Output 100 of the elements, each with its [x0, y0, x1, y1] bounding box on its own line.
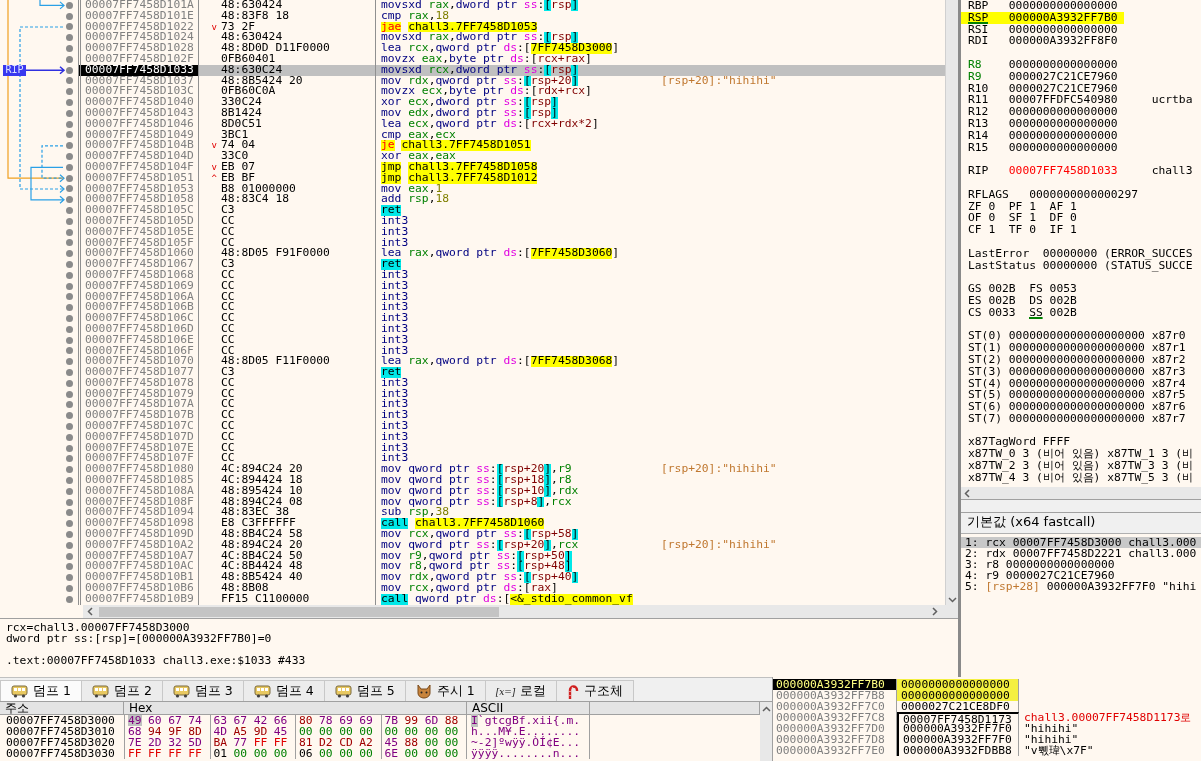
hex-byte[interactable]: 2D — [148, 737, 162, 748]
disassembly-row[interactable]: 00007FF7458D106C CC int3 — [78, 313, 945, 324]
hex-byte[interactable]: 74 — [188, 715, 202, 726]
breakpoint-dot-icon[interactable] — [66, 412, 73, 420]
breakpoint-dot-icon[interactable] — [66, 1, 73, 9]
hex-byte[interactable]: 80 — [299, 715, 313, 726]
hex-byte[interactable]: 66 — [273, 715, 288, 726]
scrollbar-thumb[interactable] — [99, 606, 499, 617]
disassembly-row[interactable]: 00007FF7458D1028 48:8D0D D11F0000 lea rcx,qword ptr ds:[7FF7458D3000] — [78, 43, 945, 54]
tab[interactable]: 덤프 5 — [323, 680, 406, 702]
disassembly-row[interactable]: 00007FF7458D107E CC int3 — [78, 442, 945, 454]
hex-byte[interactable]: 00 — [444, 748, 459, 759]
disassembly-row[interactable]: 00007FF7458D1098 E8 C3FFFFFF call chall3.7FF7458D1060 — [78, 518, 945, 530]
breakpoint-dot-icon[interactable] — [66, 174, 73, 182]
breakpoint-dot-icon[interactable] — [66, 574, 73, 582]
breakpoint-dot-icon[interactable] — [66, 487, 73, 495]
hex-byte[interactable]: 9D — [253, 726, 268, 737]
disassembly-row[interactable]: 00007FF7458D107D CC int3 — [78, 431, 945, 443]
disassembly-row[interactable]: 00007FF7458D105C C3 ret — [78, 205, 945, 216]
disassembly-row[interactable]: 00007FF7458D1051 ^ EB BF jmp chall3.7FF7458D1012 — [78, 172, 945, 184]
breakpoint-dot-icon[interactable] — [66, 336, 73, 344]
scroll-left-icon[interactable] — [964, 488, 970, 498]
breakpoint-dot-icon[interactable] — [66, 552, 73, 560]
disassembly-row[interactable]: 00007FF7458D104B v 74 04 je chall3.7FF7458D1051 — [78, 140, 945, 152]
disassembly-row[interactable]: 00007FF7458D105E CC int3 — [78, 226, 945, 238]
register-row[interactable]: R13 0000000000000000 — [961, 117, 1124, 130]
disassembly-row[interactable]: 00007FF7458D1037 48:8B5424 20 mov rdx,qword ptr ss:[rsp+20] [rsp+20]:"hihihi" — [78, 75, 945, 87]
register-row[interactable]: RBP 0000000000000000 — [961, 0, 1124, 12]
disassembly-row[interactable]: 00007FF7458D1040 330C24 xor ecx,dword ptr ss:[rsp] — [78, 97, 945, 108]
breakpoint-dot-icon[interactable] — [66, 23, 73, 31]
breakpoint-dot-icon[interactable] — [66, 358, 73, 366]
breakpoint-dot-icon[interactable] — [66, 228, 73, 236]
breakpoint-dot-icon[interactable] — [66, 142, 73, 150]
disassembly-row[interactable]: 00007FF7458D1053 B8 01000000 mov eax,1 — [78, 183, 945, 195]
breakpoint-dot-icon[interactable] — [66, 325, 73, 333]
hex-byte[interactable]: 00 — [424, 726, 439, 737]
tab[interactable]: 덤프 4 — [242, 680, 325, 702]
hex-byte[interactable]: 77 — [233, 737, 248, 748]
disassembly-row[interactable]: 00007FF7458D1069 CC int3 — [78, 280, 945, 292]
breakpoint-dot-icon[interactable] — [66, 584, 73, 592]
breakpoint-dot-icon[interactable] — [66, 422, 73, 430]
hex-byte[interactable]: CD — [339, 737, 353, 748]
hex-byte[interactable]: FF — [273, 737, 288, 748]
hex-byte[interactable]: 00 — [273, 748, 288, 759]
disassembly-row[interactable]: 00007FF7458D106E CC int3 — [78, 334, 945, 346]
disassembly-row[interactable]: 00007FF7458D107C CC int3 — [78, 421, 945, 432]
hex-byte[interactable]: 01 — [213, 748, 228, 759]
horizontal-scrollbar[interactable] — [83, 605, 958, 618]
breakpoint-dot-icon[interactable] — [66, 347, 73, 355]
register-row[interactable]: RDI 000000A3932FF8F0 — [961, 35, 1124, 48]
register-row[interactable]: R15 0000000000000000 — [961, 141, 1124, 154]
hex-byte[interactable]: 4D — [213, 726, 228, 737]
vertical-scrollbar[interactable] — [760, 702, 772, 761]
argument-row[interactable]: 4: r9 0000027C21CE7960 — [961, 570, 1201, 581]
hex-byte[interactable]: 00 — [404, 726, 419, 737]
disassembly-row[interactable]: 00007FF7458D1070 48:8D05 F11F0000 lea rax,qword ptr ds:[7FF7458D3068] — [78, 356, 945, 368]
breakpoint-dot-icon[interactable] — [66, 401, 73, 409]
breakpoint-dot-icon[interactable] — [66, 261, 73, 268]
tab[interactable]: [x=] 로컬 — [484, 680, 558, 702]
disassembly-row[interactable]: 00007FF7458D106B CC int3 — [78, 302, 945, 314]
hex-byte[interactable]: 9F — [168, 726, 182, 737]
breakpoint-dot-icon[interactable] — [66, 109, 73, 117]
breakpoint-dot-icon[interactable] — [66, 207, 73, 215]
argument-row[interactable]: 2: rdx 00007FF7458D2221 chall3.000 — [961, 548, 1201, 559]
breakpoint-dot-icon[interactable] — [66, 131, 73, 139]
disassembly-row[interactable]: 00007FF7458D1077 C3 ret — [78, 367, 945, 378]
argument-row[interactable]: 1: rcx 00007FF7458D3000 chall3.000 — [961, 537, 1201, 548]
breakpoint-dot-icon[interactable] — [66, 433, 73, 441]
register-row[interactable]: RFLAGS 0000000000000297 — [961, 188, 1145, 201]
breakpoint-dot-icon[interactable] — [66, 498, 73, 506]
hex-byte[interactable]: 8D — [188, 726, 202, 737]
hex-byte[interactable]: 00 — [339, 748, 353, 759]
disassembly-row[interactable]: 00007FF7458D106A CC int3 — [78, 291, 945, 303]
hex-byte[interactable]: 00 — [319, 726, 333, 737]
breakpoint-dot-icon[interactable] — [66, 293, 73, 301]
disassembly-row[interactable]: 00007FF7458D108F 48:894C24 08 mov qword ptr ss:[rsp+8],rcx — [78, 496, 945, 508]
breakpoint-dot-icon[interactable] — [66, 153, 73, 161]
hex-byte[interactable]: 45 — [273, 726, 288, 737]
tab[interactable]: 덤프 2 — [80, 680, 163, 702]
disassembly-row[interactable]: 00007FF7458D10B1 48:8B5424 40 mov rdx,qword ptr ss:[rsp+40] — [78, 572, 945, 584]
disassembly-row[interactable]: 00007FF7458D105D CC int3 — [78, 215, 945, 227]
hex-byte[interactable]: 00 — [384, 726, 399, 737]
breakpoint-dot-icon[interactable] — [66, 271, 73, 279]
hex-byte[interactable]: 88 — [444, 715, 459, 726]
disassembly-row[interactable]: 00007FF7458D1068 CC int3 — [78, 269, 945, 281]
hex-byte[interactable]: 32 — [168, 737, 182, 748]
disassembly-row[interactable]: 00007FF7458D1085 4C:894424 18 mov qword ptr ss:[rsp+18],r8 — [78, 475, 945, 486]
breakpoint-dot-icon[interactable] — [66, 563, 73, 571]
breakpoint-dot-icon[interactable] — [66, 520, 73, 528]
register-row[interactable]: R8 0000000000000000 — [961, 59, 1124, 71]
hex-byte[interactable]: D2 — [319, 737, 333, 748]
disassembly-row[interactable]: 00007FF7458D107B CC int3 — [78, 410, 945, 422]
hex-byte[interactable]: 00 — [404, 748, 419, 759]
breakpoint-dot-icon[interactable] — [66, 217, 73, 225]
hex-byte[interactable]: 6E — [384, 748, 399, 759]
breakpoint-dot-icon[interactable] — [66, 595, 73, 603]
hex-byte[interactable]: 60 — [148, 715, 162, 726]
register-row[interactable]: R10 0000027C21CE7960 — [961, 82, 1124, 95]
hex-byte[interactable]: A5 — [233, 726, 248, 737]
scroll-right-icon[interactable] — [932, 607, 938, 616]
